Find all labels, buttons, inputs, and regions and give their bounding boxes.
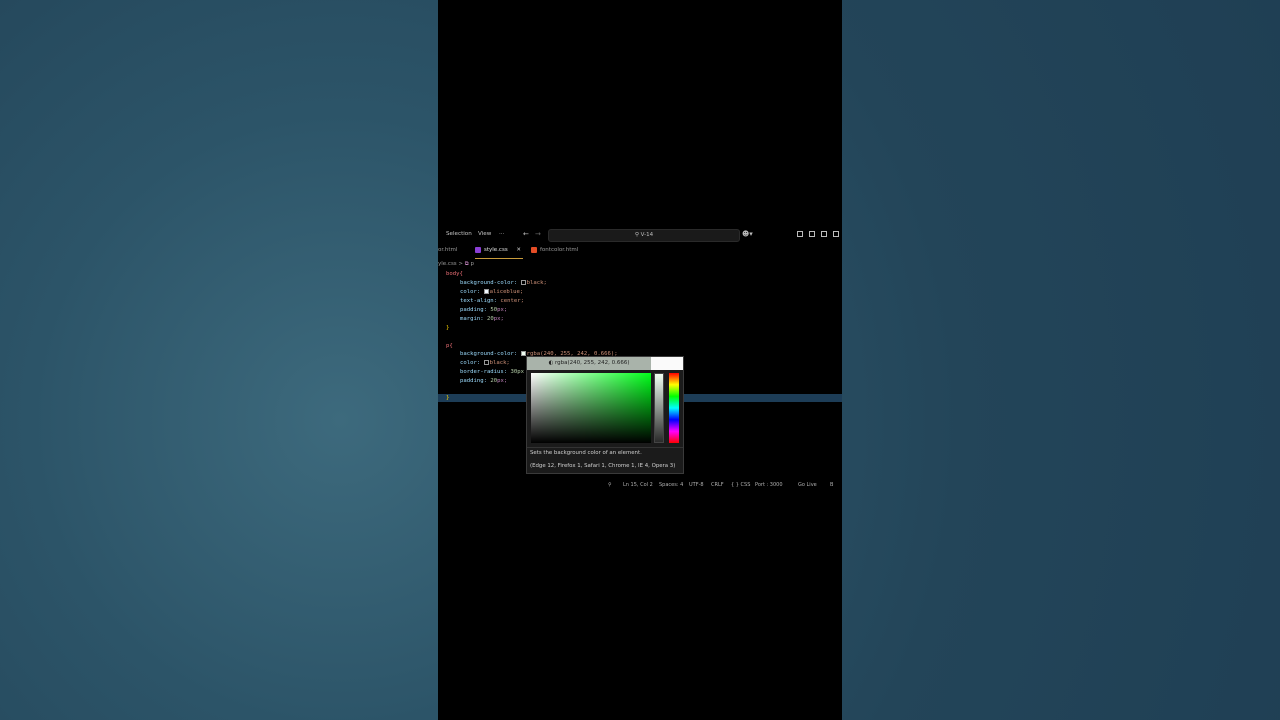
color-picker-popup: ◐ rgba(240, 255, 242, 0.666) Sets the ba… <box>526 356 684 474</box>
property: background-color: <box>460 280 518 286</box>
status-port[interactable]: Port : 3000 <box>755 482 783 488</box>
tab-html-1[interactable]: or.html <box>438 243 457 258</box>
status-bar: ⚲ Ln 15, Col 2 Spaces: 4 UTF-8 CRLF { } … <box>438 480 842 491</box>
status-position[interactable]: Ln 15, Col 2 <box>623 482 653 488</box>
code-line: text-align: center; <box>460 297 524 306</box>
brace: } <box>446 395 450 401</box>
value: center; <box>500 298 524 304</box>
color-swatch[interactable] <box>520 351 526 356</box>
saturation-box[interactable] <box>531 373 651 443</box>
selector-body: body{ <box>446 271 463 277</box>
breadcrumb-symbol[interactable]: p <box>470 261 474 267</box>
css-file-icon <box>475 246 481 253</box>
status-encoding[interactable]: UTF-8 <box>689 482 704 488</box>
selector-p: p{ <box>446 343 453 349</box>
property: padding: <box>460 307 487 313</box>
menu-selection[interactable]: Selection <box>446 231 472 237</box>
status-golive[interactable]: Go Live <box>798 482 817 488</box>
property: background-color: <box>460 351 518 357</box>
code-line: color: black; <box>460 359 510 368</box>
breadcrumb-file[interactable]: yle.css <box>438 261 457 267</box>
search-text: V-14 <box>640 232 654 238</box>
code-line: } <box>446 394 449 403</box>
contrast-icon: ◐ <box>548 360 554 366</box>
property: color: <box>460 289 481 295</box>
tab-label: or.html <box>438 247 458 253</box>
status-spaces[interactable]: Spaces: 4 <box>659 482 683 488</box>
code-line: border-radius: 30px <box>460 368 524 377</box>
code-line: background-color: black; <box>460 279 547 288</box>
unit: px; <box>493 316 504 322</box>
code-line: padding: 20px; <box>460 377 507 386</box>
color-swatch[interactable] <box>520 280 526 285</box>
status-extra[interactable]: B <box>830 482 833 488</box>
arrow-right-icon[interactable]: → <box>535 230 541 239</box>
code-line: padding: 50px; <box>460 306 507 315</box>
value: black; <box>526 280 547 286</box>
picker-color-text: rgba(240, 255, 242, 0.666) <box>555 360 630 366</box>
value: black; <box>489 360 510 366</box>
command-center-search[interactable]: ⚲ V-14 <box>548 229 740 242</box>
zoom-icon[interactable]: ⚲ <box>608 482 612 488</box>
unit: px; <box>497 378 508 384</box>
property: padding: <box>460 378 487 384</box>
breadcrumb: yle.css > ⧉ p <box>438 261 474 268</box>
arrow-left-icon[interactable]: ← <box>523 230 529 239</box>
tab-label: style.css <box>484 247 508 253</box>
search-icon: ⚲ <box>634 232 639 238</box>
code-line: body{ <box>446 270 463 279</box>
close-icon[interactable]: ✕ <box>516 243 521 258</box>
number: 20 <box>486 316 494 322</box>
status-language[interactable]: { } CSS <box>731 482 750 488</box>
tab-fontcolor-html[interactable]: fontcolor.html <box>531 243 578 258</box>
html-file-icon <box>531 246 537 253</box>
color-swatch[interactable] <box>483 360 489 365</box>
code-line: margin: 20px; <box>460 315 504 324</box>
layout-icon[interactable] <box>797 231 803 237</box>
hue-slider[interactable] <box>669 373 679 443</box>
editor-tabs: or.html style.css ✕ fontcolor.html <box>438 243 842 259</box>
number: 30px <box>510 369 525 375</box>
picker-color-header[interactable]: ◐ rgba(240, 255, 242, 0.666) <box>527 357 651 370</box>
tab-style-css[interactable]: style.css ✕ <box>475 243 523 259</box>
copilot-icon[interactable]: ☻▾ <box>742 230 753 239</box>
tab-label: fontcolor.html <box>540 247 579 253</box>
property: text-align: <box>460 298 498 304</box>
sidebar-left-icon[interactable] <box>809 231 815 237</box>
divider <box>527 447 683 448</box>
original-color-swatch[interactable] <box>651 357 683 370</box>
symbol-icon: ⧉ <box>464 261 469 267</box>
breadcrumb-separator: > <box>458 261 464 267</box>
property: margin: <box>460 316 484 322</box>
opacity-slider[interactable] <box>654 373 664 443</box>
property: color: <box>460 360 481 366</box>
sidebar-right-icon[interactable] <box>833 231 839 237</box>
status-eol[interactable]: CRLF <box>711 482 724 488</box>
panel-icon[interactable] <box>821 231 827 237</box>
code-line: color: aliceblue; <box>460 288 523 297</box>
value: aliceblue; <box>489 289 524 295</box>
unit: px; <box>497 307 508 313</box>
property-description: Sets the background color of an element. <box>530 450 642 456</box>
property: border-radius: <box>460 369 508 375</box>
browser-compat: (Edge 12, Firefox 1, Safari 1, Chrome 1,… <box>530 463 676 469</box>
code-line: } <box>446 324 449 333</box>
brace: } <box>446 325 450 331</box>
color-swatch[interactable] <box>483 289 489 294</box>
title-bar: Selection View ··· ← → ⚲ V-14 ☻▾ <box>438 228 842 242</box>
menu-more[interactable]: ··· <box>499 231 504 237</box>
video-frame: Selection View ··· ← → ⚲ V-14 ☻▾ or.html… <box>438 0 842 720</box>
menu-view[interactable]: View <box>478 231 491 237</box>
code-line: p{ <box>446 342 453 351</box>
